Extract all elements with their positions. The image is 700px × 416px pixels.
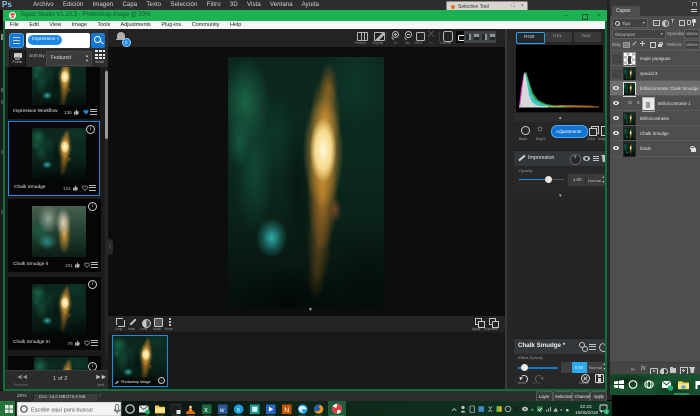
svg-text:◙: ◙ xyxy=(566,408,569,413)
svg-text:×: × xyxy=(560,408,563,413)
svg-text:w: w xyxy=(219,407,225,414)
svg-text:22:23: 22:23 xyxy=(580,404,592,409)
svg-text:x: x xyxy=(204,407,208,414)
svg-text:16/05/2018: 16/05/2018 xyxy=(575,410,598,415)
svg-text:N: N xyxy=(284,407,289,414)
svg-text:Escribe aquí para buscar: Escribe aquí para buscar xyxy=(31,407,93,413)
